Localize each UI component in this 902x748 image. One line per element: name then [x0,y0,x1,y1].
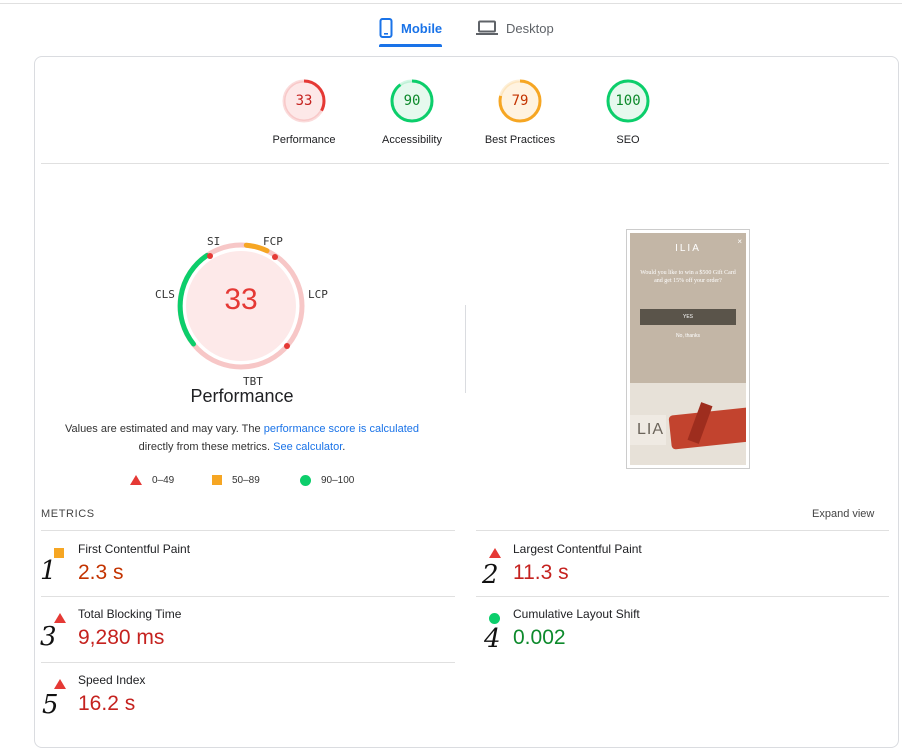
gauge-label: Performance [272,134,336,146]
tab-mobile[interactable]: Mobile [379,10,443,47]
gauge-score: 90 [403,93,421,109]
see-calculator-link[interactable]: See calculator [273,441,342,453]
metric-value: 2.3 s [78,561,124,584]
gauge-label: Best Practices [484,134,556,146]
category-gauge-seo[interactable]: 100 SEO [573,78,683,146]
metric-first-contentful-paint: First Contentful Paint 2.3 s [54,542,454,602]
category-gauge-performance[interactable]: 33 Performance [249,78,359,146]
screenshot-question: Would you like to win a $500 Gift Card a… [640,270,736,284]
laptop-icon [476,20,498,36]
metric-name: Speed Index [78,673,146,687]
metric-name: First Contentful Paint [78,542,191,556]
category-gauge-accessibility[interactable]: 90 Accessibility [357,78,467,146]
metric-speed-index: Speed Index 16.2 s [54,673,454,733]
note-text-1: Values are estimated and may vary. The [64,423,264,435]
metric-name: Total Blocking Time [78,607,182,621]
triangle-icon [489,548,501,558]
metric-cumulative-layout-shift: Cumulative Layout Shift 0.002 [489,607,889,667]
legend-average: 50–89 [212,472,260,488]
gauge-label: SEO [616,134,640,146]
metric-value: 0.002 [513,626,566,649]
gauge-label: Accessibility [382,134,442,146]
handwritten-number-annotation: 1 [40,556,57,586]
circle-icon [300,474,311,486]
square-icon [212,475,222,485]
metric-value: 11.3 s [513,561,569,584]
mobile-phone-icon [379,18,393,38]
gauge-ring: 79 [497,78,543,124]
note-text-2: directly from these metrics. [138,441,274,453]
tab-desktop-label: Desktop [506,20,554,36]
legend-average-label: 50–89 [232,474,260,486]
metric-name: Largest Contentful Paint [513,542,642,556]
triangle-icon [54,679,66,689]
gauge-score: 79 [511,93,529,109]
metric-divider [41,530,455,531]
page-screenshot[interactable]: LIA ILIA × Would you like to win a $500 … [626,229,750,469]
section-divider [41,163,889,164]
expand-view-button[interactable]: Expand view [812,508,874,520]
handwritten-number-annotation: 5 [42,690,59,720]
performance-title: Performance [190,386,294,406]
circle-icon [489,613,500,624]
product-logo-text: LIA [630,415,666,445]
gauge-ring: 100 [605,78,651,124]
tab-desktop[interactable]: Desktop [476,10,554,46]
metric-divider [476,530,889,531]
performance-score: 33 [224,283,258,316]
gauge-ring: 33 [281,78,327,124]
screenshot-brand: ILIA [675,243,701,254]
handwritten-number-annotation: 3 [40,622,57,652]
note-text-3: . [342,441,346,453]
metric-total-blocking-time: Total Blocking Time 9,280 ms [54,607,454,667]
cls-label: CLS [155,288,175,301]
metric-name: Cumulative Layout Shift [513,607,640,621]
lcp-label: LCP [308,288,328,301]
vertical-divider [465,305,466,393]
screenshot-no-link: No, thanks [676,333,700,339]
si-label: SI [207,235,221,248]
tab-mobile-label: Mobile [401,20,443,36]
metric-value: 16.2 s [78,692,136,715]
metric-value: 9,280 ms [78,626,165,649]
legend-good: 90–100 [300,472,354,488]
close-icon: × [737,237,742,246]
device-tabs: Mobile Desktop [0,10,902,47]
category-gauge-best-practices[interactable]: 79 Best Practices [465,78,575,146]
metric-largest-contentful-paint: Largest Contentful Paint 11.3 s [489,542,889,602]
gauge-ring: 90 [389,78,435,124]
active-tab-indicator [379,44,443,47]
triangle-icon [130,475,142,485]
screenshot-content: LIA ILIA × Would you like to win a $500 … [630,233,746,465]
top-border [0,3,902,4]
legend-poor: 0–49 [130,472,174,488]
handwritten-number-annotation: 4 [484,624,501,654]
legend-poor-label: 0–49 [152,474,175,486]
performance-note: Values are estimated and may vary. The p… [56,420,428,456]
metrics-heading: METRICS [41,508,95,520]
screenshot-yes-button: YES [640,309,736,325]
fcp-label: FCP [263,235,283,248]
fcp-marker [272,254,278,260]
legend-good-label: 90–100 [321,474,355,486]
score-calculated-link[interactable]: performance score is calculated [264,423,419,435]
gauge-score: 33 [295,93,313,109]
lcp-marker [284,343,290,349]
si-marker [207,253,213,259]
handwritten-number-annotation: 2 [482,560,499,590]
gauge-score: 100 [615,93,641,109]
